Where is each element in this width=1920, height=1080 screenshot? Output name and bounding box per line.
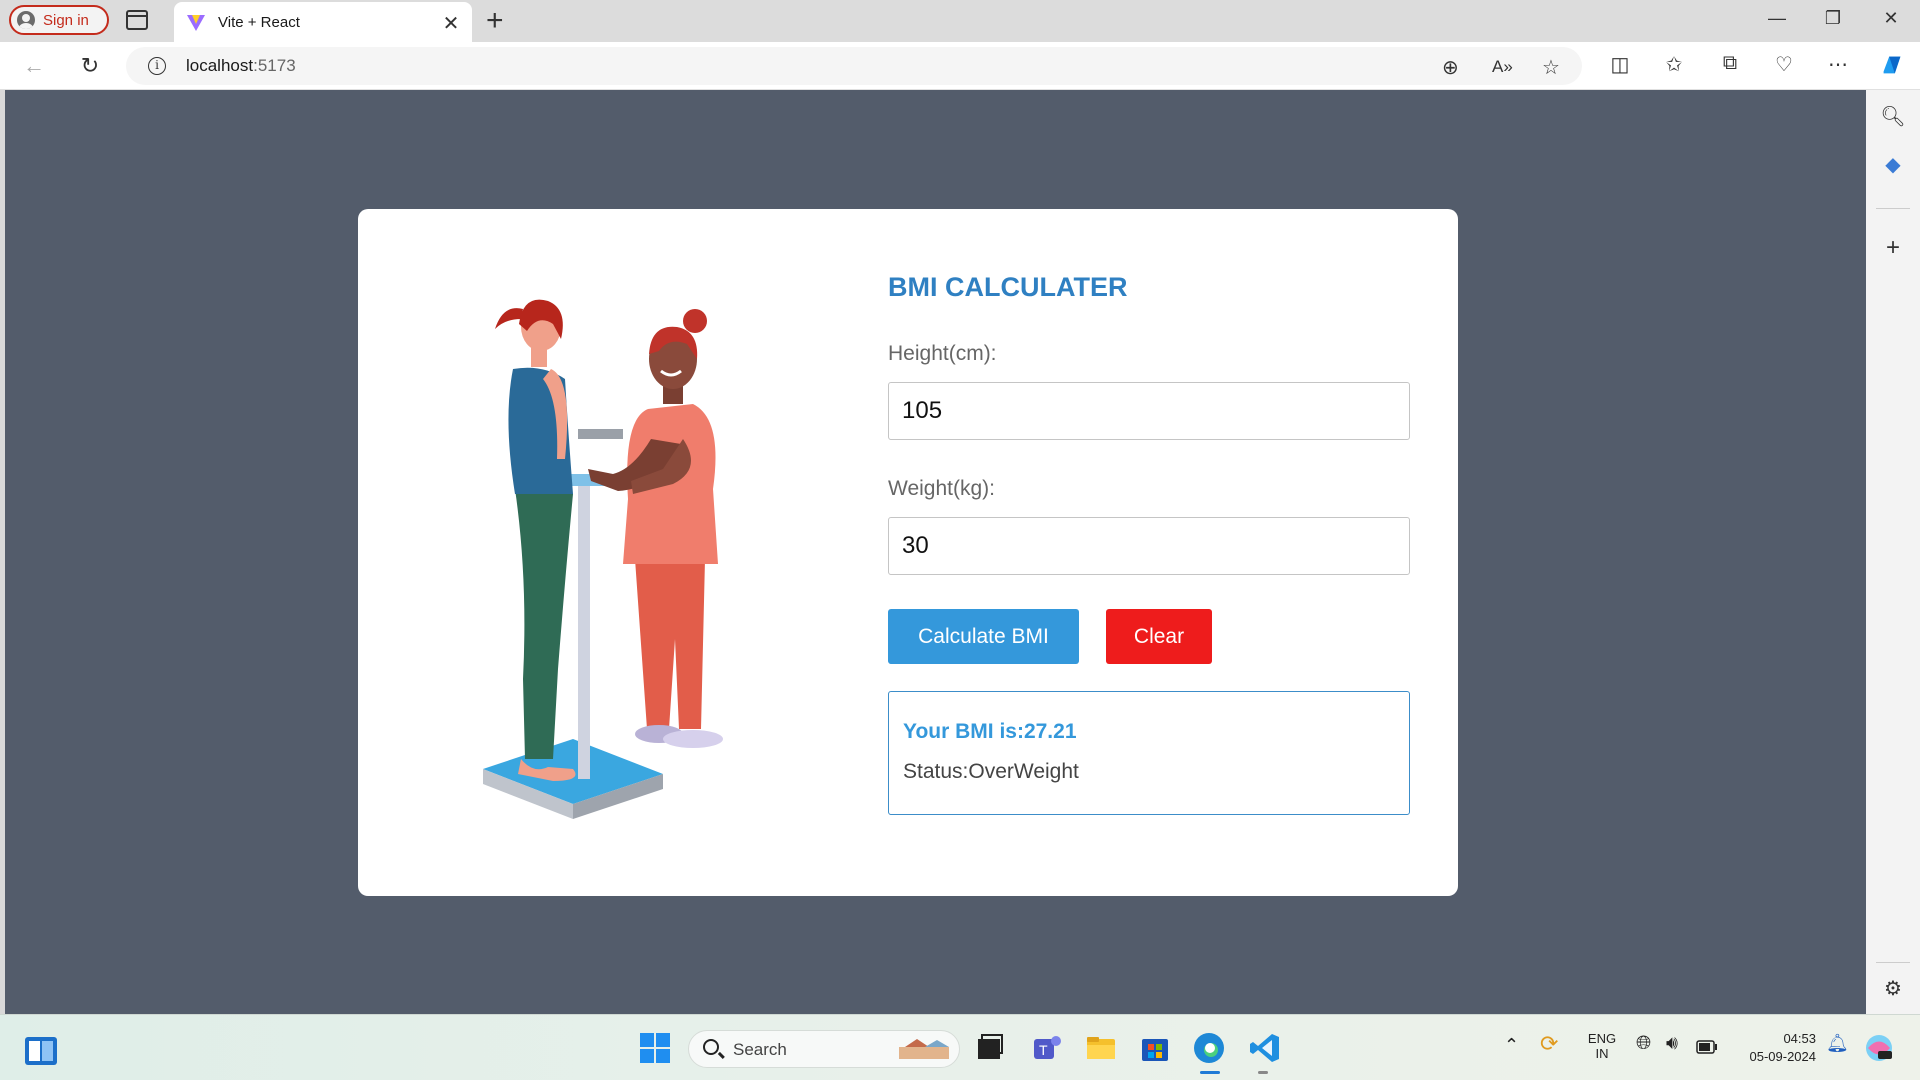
- window-close-icon[interactable]: ✕: [1876, 8, 1906, 34]
- browser-toolbar: ← ↻ i localhost:5173 ⊕ A» ☆ ◫ ✩ ⧉ ♡ ⋯: [0, 42, 1920, 90]
- taskbar-search[interactable]: Search: [688, 1030, 960, 1068]
- search-icon[interactable]: 🔍︎: [1880, 104, 1906, 130]
- weight-label: Weight(kg):: [888, 477, 995, 500]
- zoom-icon[interactable]: ⊕: [1442, 55, 1459, 80]
- vscode-icon[interactable]: [1248, 1031, 1282, 1065]
- vite-logo-icon: [187, 15, 205, 31]
- settings-gear-icon[interactable]: ⚙: [1880, 976, 1906, 1002]
- profile-avatar-icon: [17, 11, 35, 29]
- favorites-icon[interactable]: ✩: [1660, 52, 1688, 77]
- tab-title: Vite + React: [218, 13, 300, 31]
- minimize-icon[interactable]: —: [1762, 8, 1792, 34]
- sidebar-divider: [1876, 962, 1910, 963]
- read-aloud-icon[interactable]: A»: [1492, 57, 1513, 77]
- notification-bell-icon[interactable]: 🔔︎: [1826, 1033, 1849, 1054]
- tab-vite-react[interactable]: Vite + React ✕: [174, 2, 472, 42]
- result-box: Your BMI is:27.21 Status:OverWeight: [888, 691, 1410, 815]
- clear-button[interactable]: Clear: [1106, 609, 1212, 664]
- weight-input[interactable]: [888, 517, 1410, 575]
- search-icon: [703, 1039, 719, 1055]
- windows-taskbar: Search T ⌃ ⟳ ENG IN 🌐︎ 🔊︎ 04:53 05-09-20…: [0, 1014, 1920, 1080]
- page-viewport: BMI CALCULATER Height(cm): Weight(kg): C…: [5, 90, 1866, 1014]
- more-menu-icon[interactable]: ⋯: [1824, 52, 1852, 77]
- add-icon[interactable]: +: [1880, 234, 1906, 261]
- bmi-form: BMI CALCULATER Height(cm): Weight(kg): C…: [888, 269, 1410, 815]
- tab-actions-icon[interactable]: [126, 10, 148, 30]
- bmi-status-text: Status:OverWeight: [903, 760, 1079, 783]
- address-url[interactable]: localhost:5173: [186, 56, 296, 76]
- edge-browser-icon[interactable]: [1192, 1031, 1226, 1065]
- bmi-card: BMI CALCULATER Height(cm): Weight(kg): C…: [358, 209, 1458, 896]
- svg-text:T: T: [1039, 1042, 1048, 1058]
- shopping-tag-icon[interactable]: ◆: [1880, 152, 1906, 178]
- height-input[interactable]: [888, 382, 1410, 440]
- page-title: BMI CALCULATER: [888, 272, 1128, 302]
- search-highlight-icon: [899, 1039, 949, 1059]
- sign-in-button[interactable]: Sign in: [9, 5, 109, 35]
- network-icon[interactable]: 🌐︎: [1636, 1033, 1651, 1055]
- doctor-patient-illustration: [483, 299, 723, 819]
- new-tab-icon[interactable]: +: [486, 4, 504, 38]
- browser-essentials-icon[interactable]: ♡: [1770, 52, 1798, 77]
- edge-sidebar: 🔍︎ ◆ + ⚙: [1866, 90, 1920, 1014]
- show-hidden-icons[interactable]: ⌃: [1504, 1035, 1519, 1056]
- address-bar[interactable]: i localhost:5173 ⊕ A» ☆: [126, 47, 1582, 85]
- bmi-result-text: Your BMI is:27.21: [903, 720, 1077, 743]
- file-explorer-icon[interactable]: [1084, 1031, 1118, 1065]
- taskbar-search-label: Search: [733, 1040, 787, 1059]
- microsoft-store-icon[interactable]: [1138, 1031, 1172, 1065]
- volume-icon[interactable]: 🔊︎: [1666, 1033, 1678, 1055]
- widgets-icon[interactable]: [24, 1034, 58, 1068]
- back-arrow-icon[interactable]: ←: [20, 52, 48, 80]
- sidebar-divider: [1876, 208, 1910, 209]
- site-info-icon[interactable]: i: [148, 57, 166, 75]
- restore-icon[interactable]: ❐: [1818, 8, 1848, 34]
- split-screen-icon[interactable]: ◫: [1606, 52, 1634, 77]
- copilot-icon[interactable]: [1878, 50, 1906, 80]
- sync-icon[interactable]: ⟳: [1540, 1031, 1558, 1057]
- height-label: Height(cm):: [888, 342, 997, 365]
- battery-icon[interactable]: [1696, 1040, 1718, 1054]
- task-view-icon[interactable]: [972, 1031, 1006, 1065]
- collections-icon[interactable]: ⧉: [1716, 52, 1744, 75]
- calculate-bmi-button[interactable]: Calculate BMI: [888, 609, 1079, 664]
- favorite-star-icon[interactable]: ☆: [1542, 55, 1560, 80]
- running-app-indicator: [1258, 1071, 1268, 1074]
- refresh-icon[interactable]: ↻: [76, 52, 104, 80]
- teams-icon[interactable]: T: [1030, 1031, 1064, 1065]
- clock[interactable]: 04:53 05-09-2024: [1734, 1031, 1817, 1064]
- windows-start-icon[interactable]: [638, 1031, 672, 1065]
- copilot-preview-icon[interactable]: [1864, 1033, 1894, 1063]
- active-app-indicator: [1200, 1071, 1220, 1074]
- browser-tab-strip: Sign in Vite + React ✕ + — ❐ ✕: [0, 0, 1920, 42]
- tab-close-icon[interactable]: ✕: [440, 11, 462, 36]
- form-buttons: Calculate BMI Clear: [888, 609, 1408, 664]
- language-indicator[interactable]: ENG IN: [1584, 1031, 1620, 1061]
- sign-in-label: Sign in: [43, 11, 89, 29]
